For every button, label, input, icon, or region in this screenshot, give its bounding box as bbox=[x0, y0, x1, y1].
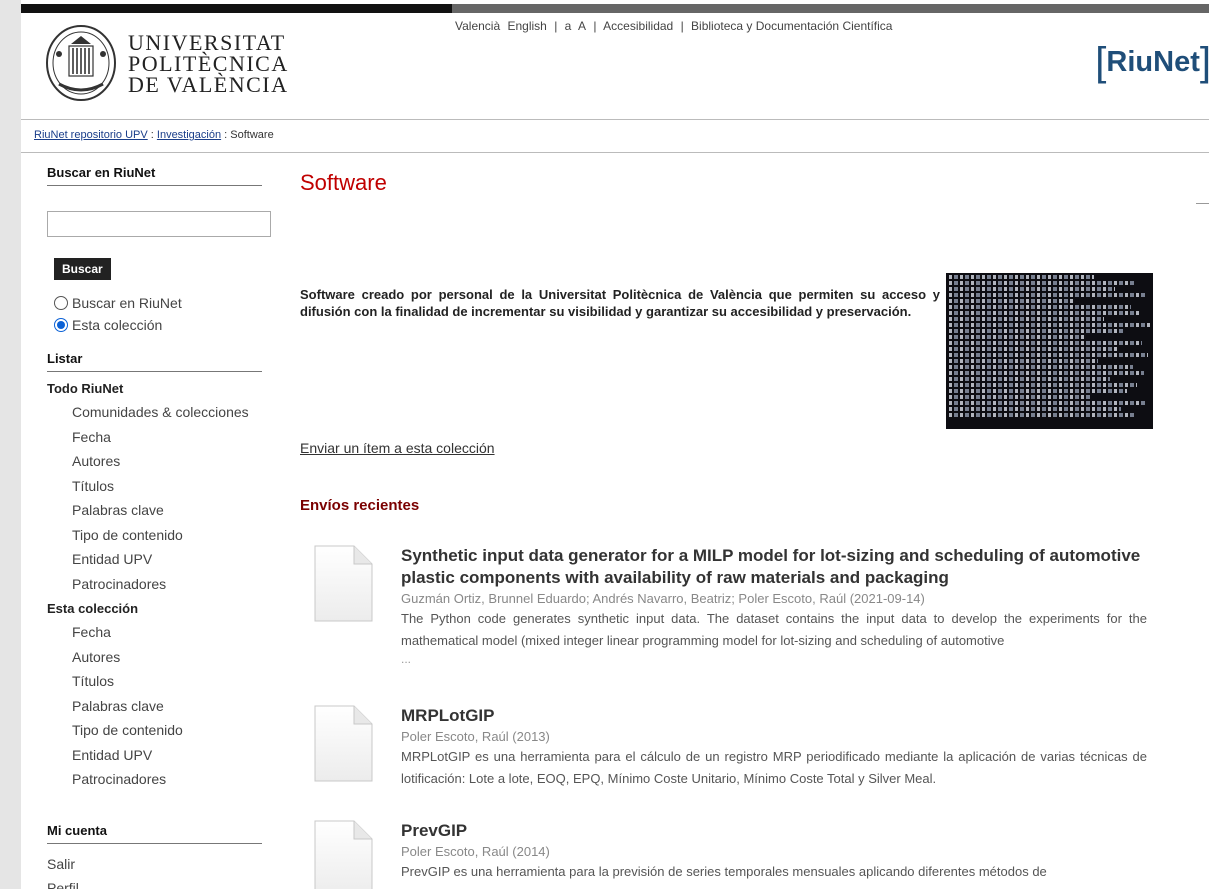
logo-line-1: UNIVERSITAT bbox=[128, 29, 286, 55]
item-title-link[interactable]: PrevGIP bbox=[401, 820, 1147, 842]
search-button[interactable]: Buscar bbox=[54, 258, 111, 280]
browse-upv-entity[interactable]: Entidad UPV bbox=[47, 547, 262, 572]
header-divider bbox=[21, 119, 1209, 120]
logo-line-3: DE VALÈNCIA bbox=[128, 71, 289, 97]
sidebar: Buscar en RiuNet Buscar Buscar en RiuNet… bbox=[47, 165, 271, 889]
accessibility-link[interactable]: Accesibilidad bbox=[603, 19, 673, 33]
main-content: Software bbox=[300, 170, 1180, 196]
breadcrumb-separator: : bbox=[221, 129, 231, 141]
radio-label: Buscar en RiuNet bbox=[72, 295, 182, 311]
logout-link[interactable]: Salir bbox=[47, 852, 262, 876]
divider-dash bbox=[1196, 203, 1209, 204]
browse-authors[interactable]: Autores bbox=[47, 449, 262, 474]
item-body: MRPLotGIP Poler Escoto, Raúl (2013) MRPL… bbox=[401, 705, 1147, 790]
submit-item-link[interactable]: Enviar un ítem a esta colección bbox=[300, 440, 495, 456]
collection-browse-sponsors[interactable]: Patrocinadores bbox=[47, 767, 262, 792]
logo-line-2: POLITÈCNICA bbox=[128, 50, 289, 76]
bracket-left-icon: [ bbox=[1095, 40, 1107, 84]
breadcrumb-separator: : bbox=[147, 129, 157, 141]
this-collection-title: Esta colección bbox=[47, 601, 139, 616]
collection-image bbox=[946, 273, 1153, 429]
collection-browse-titles[interactable]: Títulos bbox=[47, 669, 262, 694]
browse-section-title: Listar bbox=[47, 351, 262, 372]
breadcrumb-current: Software bbox=[230, 129, 274, 141]
collection-browse-keywords[interactable]: Palabras clave bbox=[47, 694, 262, 719]
top-links: Valencià English | a A | Accesibilidad |… bbox=[455, 19, 892, 33]
item-title-link[interactable]: Synthetic input data generator for a MIL… bbox=[401, 545, 1147, 589]
radio-this-collection[interactable]: Esta colección bbox=[54, 317, 162, 333]
item-abstract: PrevGIP es una herramienta para la previ… bbox=[401, 864, 1047, 879]
browse-date[interactable]: Fecha bbox=[47, 425, 262, 450]
page-title: Software bbox=[300, 170, 387, 195]
item-abstract: The Python code generates synthetic inpu… bbox=[401, 611, 1147, 648]
collection-browse-content-type[interactable]: Tipo de contenido bbox=[47, 718, 262, 743]
collection-browse-date[interactable]: Fecha bbox=[47, 620, 262, 645]
bracket-right-icon: ] bbox=[1200, 42, 1209, 82]
item-meta: Poler Escoto, Raúl (2013) bbox=[401, 729, 550, 744]
browse-section: Listar Todo RiuNet Comunidades & colecci… bbox=[47, 351, 262, 792]
browse-communities[interactable]: Comunidades & colecciones bbox=[47, 400, 262, 425]
browse-content-type[interactable]: Tipo de contenido bbox=[47, 523, 262, 548]
browse-keywords[interactable]: Palabras clave bbox=[47, 498, 262, 523]
search-input[interactable] bbox=[47, 211, 271, 237]
document-icon[interactable] bbox=[314, 820, 373, 889]
item-meta: Guzmán Ortiz, Brunnel Eduardo; Andrés Na… bbox=[401, 591, 925, 606]
browse-sponsors[interactable]: Patrocinadores bbox=[47, 572, 262, 597]
top-bar-dark bbox=[21, 4, 452, 13]
item-meta: Poler Escoto, Raúl (2014) bbox=[401, 844, 550, 859]
item-body: Synthetic input data generator for a MIL… bbox=[401, 545, 1147, 666]
radio-all-riunet[interactable]: Buscar en RiuNet bbox=[54, 295, 182, 311]
account-section-title: Mi cuenta bbox=[47, 823, 262, 844]
profile-link[interactable]: Perfil bbox=[47, 876, 262, 889]
left-gutter bbox=[0, 0, 21, 889]
item-body: PrevGIP Poler Escoto, Raúl (2014) PrevGI… bbox=[401, 820, 1147, 883]
university-seal-icon bbox=[46, 25, 116, 101]
item-title-link[interactable]: MRPLotGIP bbox=[401, 705, 1147, 727]
top-bar-gray bbox=[452, 4, 1209, 13]
riunet-logo[interactable]: [ RiuNet ] bbox=[1095, 38, 1209, 86]
lang-valencia-link[interactable]: Valencià bbox=[455, 19, 500, 33]
breadcrumb-parent-link[interactable]: Investigación bbox=[157, 129, 221, 141]
library-link[interactable]: Biblioteca y Documentación Científica bbox=[691, 19, 892, 33]
font-small-link[interactable]: a bbox=[565, 19, 572, 33]
breadcrumb-divider bbox=[21, 152, 1209, 153]
upv-logo[interactable]: UNIVERSITAT POLITÈCNICA DE VALÈNCIA bbox=[45, 24, 289, 102]
separator: | bbox=[593, 19, 597, 33]
search-section-title: Buscar en RiuNet bbox=[47, 165, 262, 186]
all-riunet-title: Todo RiuNet bbox=[47, 381, 124, 396]
recent-submissions-title: Envíos recientes bbox=[300, 497, 420, 514]
collection-browse-authors[interactable]: Autores bbox=[47, 645, 262, 670]
separator: | bbox=[680, 19, 684, 33]
lang-english-link[interactable]: English bbox=[507, 19, 546, 33]
breadcrumb-root-link[interactable]: RiuNet repositorio UPV bbox=[34, 129, 148, 141]
riunet-brand: RiuNet bbox=[1106, 45, 1200, 78]
radio-unselected-icon bbox=[54, 296, 68, 310]
item-abstract: MRPLotGIP es una herramienta para el cál… bbox=[401, 749, 1147, 786]
breadcrumb: RiuNet repositorio UPV : Investigación :… bbox=[34, 129, 274, 141]
document-icon[interactable] bbox=[314, 545, 373, 622]
font-large-link[interactable]: A bbox=[578, 19, 586, 33]
item-ellipsis: ... bbox=[401, 652, 412, 666]
radio-label: Esta colección bbox=[72, 317, 163, 333]
collection-browse-upv-entity[interactable]: Entidad UPV bbox=[47, 743, 262, 768]
document-icon[interactable] bbox=[314, 705, 373, 782]
collection-description: Software creado por personal de la Unive… bbox=[300, 287, 940, 319]
university-name: UNIVERSITAT POLITÈCNICA DE VALÈNCIA bbox=[128, 29, 289, 97]
browse-titles[interactable]: Títulos bbox=[47, 474, 262, 499]
separator: | bbox=[554, 19, 558, 33]
radio-selected-icon bbox=[54, 318, 68, 332]
account-section: Mi cuenta Salir Perfil bbox=[47, 823, 262, 889]
